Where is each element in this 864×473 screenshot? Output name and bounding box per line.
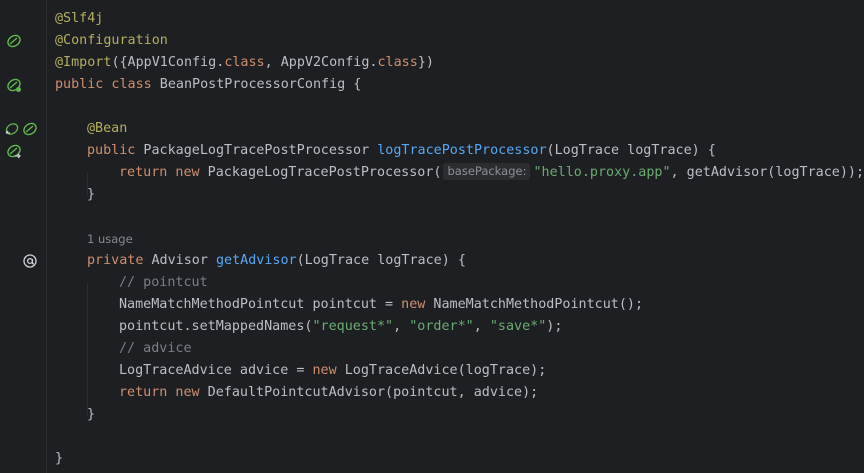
code-line: LogTraceAdvice advice = new LogTraceAdvi… [119, 363, 547, 378]
code-line: public PackageLogTracePostProcessor logT… [87, 143, 716, 158]
code-line: @Configuration [55, 33, 168, 48]
code-editor[interactable]: @Slf4j @Configuration @Import({AppV1Conf… [55, 0, 864, 473]
code-line: @Bean [87, 121, 128, 136]
editor-gutter [0, 0, 46, 473]
code-line: @Slf4j [55, 11, 104, 26]
spring-bean-icon[interactable] [6, 33, 22, 49]
code-line: } [55, 451, 64, 466]
code-line: return new PackageLogTracePostProcessor(… [119, 163, 864, 180]
override-at-icon[interactable] [22, 253, 38, 269]
gutter-separator [46, 0, 47, 473]
spring-config-icon[interactable] [6, 77, 22, 93]
spring-bean-method-icon[interactable] [22, 121, 38, 137]
navigate-back-icon[interactable] [4, 121, 20, 137]
usage-hint[interactable]: 1 usage [87, 229, 133, 249]
code-line: NameMatchMethodPointcut pointcut = new N… [119, 297, 644, 312]
code-line: // pointcut [119, 275, 208, 290]
code-line: pointcut.setMappedNames("request*", "ord… [119, 319, 563, 334]
code-line: @Import({AppV1Config.class, AppV2Config.… [55, 55, 434, 70]
code-line: } [87, 187, 96, 202]
code-line: return new DefaultPointcutAdvisor(pointc… [119, 385, 539, 400]
indent-guide [87, 283, 88, 415]
code-line: // advice [119, 341, 192, 356]
spring-bean-icon[interactable] [6, 143, 22, 159]
code-line: private Advisor getAdvisor(LogTrace logT… [87, 253, 466, 268]
parameter-hint: basePackage: [443, 163, 531, 180]
code-line: public class BeanPostProcessorConfig { [55, 77, 362, 92]
code-line: } [87, 407, 96, 422]
